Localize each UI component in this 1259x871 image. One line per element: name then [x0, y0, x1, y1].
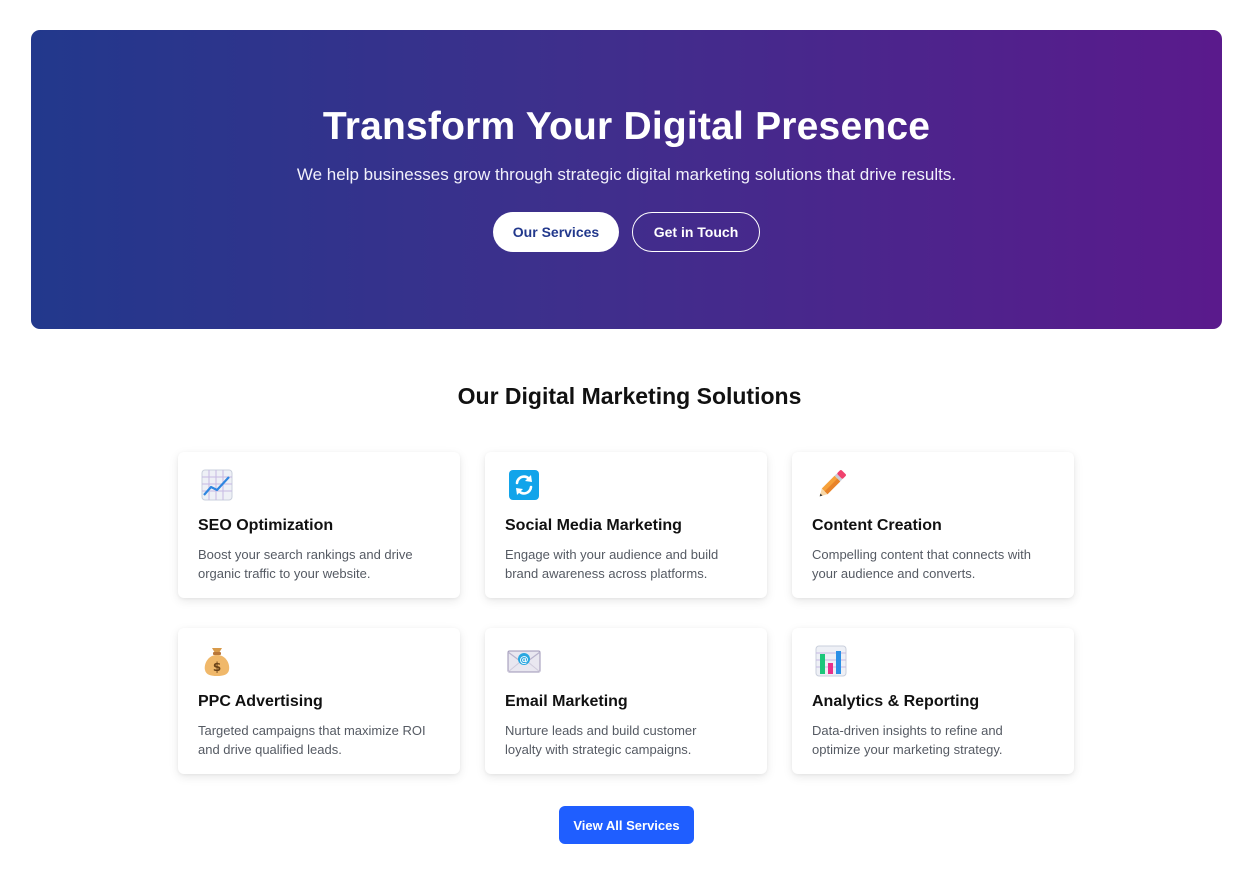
- view-all-services-button[interactable]: View All Services: [559, 806, 694, 844]
- service-card-title: Email Marketing: [505, 693, 628, 710]
- service-card-ppc[interactable]: $ PPC Advertising Targeted campaigns tha…: [178, 628, 460, 774]
- pencil-icon: [819, 470, 846, 497]
- chart-increasing-icon: [201, 469, 233, 501]
- hero-title: Transform Your Digital Presence: [322, 105, 931, 148]
- bar-chart-icon: [815, 645, 847, 677]
- email-envelope-icon: @: [507, 650, 541, 673]
- hero-subtitle: We help businesses grow through strategi…: [296, 165, 957, 184]
- service-card-description: Nurture leads and build customer loyalty…: [505, 723, 697, 757]
- services-grid: SEO Optimization Boost your search ranki…: [178, 452, 1075, 774]
- get-in-touch-button[interactable]: Get in Touch: [632, 212, 760, 252]
- money-bag-icon: $: [204, 648, 230, 676]
- service-card-description: Data-driven insights to refine and optim…: [812, 723, 1003, 757]
- service-card-content-creation[interactable]: Content Creation Compelling content that…: [792, 452, 1074, 598]
- service-card-description: Targeted campaigns that maximize ROI and…: [198, 723, 426, 757]
- service-card-seo[interactable]: SEO Optimization Boost your search ranki…: [178, 452, 460, 598]
- service-card-description: Engage with your audience and build bran…: [505, 547, 719, 581]
- hero-banner: Transform Your Digital Presence We help …: [31, 30, 1222, 329]
- service-card-title: PPC Advertising: [198, 693, 323, 710]
- our-services-button[interactable]: Our Services: [493, 212, 619, 252]
- service-card-title: Analytics & Reporting: [812, 693, 980, 710]
- hero-buttons: Our Services Get in Touch: [31, 212, 1222, 252]
- services-section-title: Our Digital Marketing Solutions: [457, 383, 802, 409]
- service-card-title: SEO Optimization: [198, 517, 334, 534]
- service-card-description: Compelling content that connects with yo…: [812, 547, 1031, 581]
- service-card-title: Social Media Marketing: [505, 517, 682, 534]
- service-card-email-marketing[interactable]: @ Email Marketing Nurture leads and buil…: [485, 628, 767, 774]
- service-card-social-media[interactable]: Social Media Marketing Engage with your …: [485, 452, 767, 598]
- svg-text:$: $: [213, 660, 221, 674]
- service-card-analytics[interactable]: Analytics & Reporting Data-driven insigh…: [792, 628, 1074, 774]
- svg-text:@: @: [520, 656, 529, 666]
- service-card-description: Boost your search rankings and drive org…: [198, 547, 413, 581]
- service-card-title: Content Creation: [812, 517, 942, 534]
- refresh-arrows-icon: [509, 470, 539, 500]
